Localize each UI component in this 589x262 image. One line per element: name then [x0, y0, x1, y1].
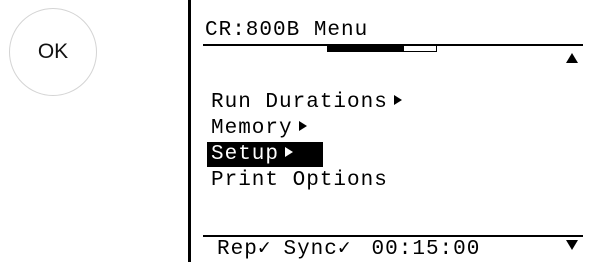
menu-item-label: Run Durations	[211, 91, 388, 114]
menu-item-memory[interactable]: Memory	[207, 116, 406, 142]
scroll-up-arrow-icon[interactable]	[566, 53, 578, 63]
menu-item-content: Setup	[207, 142, 324, 167]
menu-item-setup[interactable]: Setup	[207, 142, 406, 168]
screen-title: CR:800B Menu	[205, 19, 369, 42]
progress-bar-fill	[328, 46, 404, 51]
status-divider	[203, 235, 583, 237]
submenu-arrow-icon	[285, 147, 294, 158]
menu-item-run-durations[interactable]: Run Durations	[207, 90, 406, 116]
scroll-down-arrow-icon[interactable]	[566, 240, 578, 250]
ok-button[interactable]: OK	[9, 8, 97, 96]
progress-bar	[327, 46, 437, 52]
sync-status-label: Sync	[283, 238, 338, 261]
rep-check-icon: ✓	[257, 238, 272, 261]
menu-item-label: Setup	[211, 143, 280, 166]
submenu-arrow-icon	[393, 95, 402, 106]
menu-list: Run Durations Memory Setup Print Options	[207, 90, 406, 194]
submenu-arrow-icon	[298, 121, 307, 132]
menu-item-content: Print Options	[207, 168, 392, 193]
menu-item-label: Memory	[211, 117, 293, 140]
menu-item-content: Memory	[207, 116, 311, 141]
clock-time: 00:15:00	[371, 238, 481, 261]
menu-item-print-options[interactable]: Print Options	[207, 168, 406, 194]
sync-check-icon: ✓	[337, 238, 352, 261]
lcd-screen: CR:800B Menu Run Durations Memory Setup …	[188, 0, 589, 262]
menu-item-label: Print Options	[211, 169, 388, 192]
rep-status-label: Rep	[217, 238, 258, 261]
status-bar: Rep✓ Sync✓ 00:15:00	[217, 238, 480, 262]
menu-item-content: Run Durations	[207, 90, 406, 115]
